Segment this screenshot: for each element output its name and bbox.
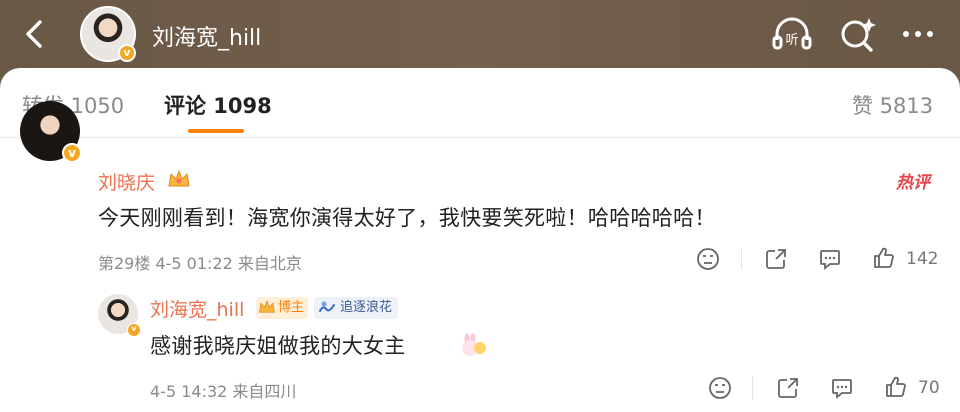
reply-like-count: 70: [918, 378, 940, 398]
like-thumb-icon: [874, 247, 894, 268]
hot-comment-tag: 热评: [896, 173, 930, 193]
tab-comments[interactable]: 评论 1098: [164, 90, 272, 120]
reply-button[interactable]: [818, 247, 842, 271]
action-divider: [752, 377, 753, 399]
share-icon: [766, 249, 786, 269]
comment-text: 今天刚刚看到！海宽你演得太好了，我快要笑死啦！哈哈哈哈哈！: [98, 206, 716, 230]
more-icon: [903, 31, 933, 37]
comment-icon: [820, 250, 840, 270]
crown-icon: [168, 169, 190, 187]
author-badge: 博主: [256, 297, 309, 319]
back-button[interactable]: [18, 16, 50, 52]
wave-icon: [319, 301, 335, 312]
top-bar: v 刘海宽_hill 听: [0, 0, 960, 78]
tab-likes[interactable]: 赞 5813: [852, 90, 933, 120]
reply-author[interactable]: 刘海宽_hill: [150, 295, 244, 322]
reply-avatar[interactable]: v: [98, 294, 141, 337]
search-sparkle-icon: [841, 18, 876, 52]
author-badge-label: 博主: [278, 300, 305, 315]
dislike-face-icon: [697, 248, 719, 270]
comment-meta: 第29楼 4-5 01:22 来自北京: [98, 254, 302, 273]
header-title[interactable]: 刘海宽_hill: [152, 20, 261, 52]
reply-comment-button[interactable]: [830, 376, 854, 400]
active-tab-indicator: [188, 129, 244, 133]
fan-badge[interactable]: 追逐浪花: [314, 297, 399, 319]
crown-icon: [259, 299, 275, 313]
action-divider: [741, 248, 742, 270]
tab-bar: 转发 1050 评论 1098 赞 5813: [0, 68, 960, 138]
back-arrow-icon: [26, 20, 42, 48]
header-avatar[interactable]: v: [80, 6, 136, 62]
svg-text:听: 听: [785, 33, 798, 48]
fan-badge-label: 追逐浪花: [340, 300, 393, 315]
dislike-face-icon: [709, 377, 731, 399]
share-button[interactable]: [764, 247, 788, 271]
like-count: 142: [906, 249, 939, 269]
verified-badge-icon: v: [127, 323, 141, 337]
verified-badge-icon: v: [62, 143, 82, 163]
comments-sheet: 转发 1050 评论 1098 赞 5813: [0, 68, 960, 412]
bunny-emoji-icon: [462, 333, 486, 356]
reply-share-button[interactable]: [776, 376, 800, 400]
comment-author[interactable]: 刘晓庆: [98, 168, 155, 195]
comment-avatar[interactable]: v: [20, 101, 82, 163]
reply-dislike-button[interactable]: [708, 376, 732, 400]
like-button[interactable]: [872, 246, 896, 270]
like-thumb-icon: [886, 376, 906, 397]
comment-icon: [832, 379, 852, 399]
share-icon: [778, 378, 798, 398]
search-button[interactable]: [836, 14, 880, 54]
listen-icon: 听: [772, 17, 812, 50]
more-button[interactable]: [896, 14, 940, 54]
verified-badge-icon: v: [118, 44, 136, 62]
reply-text: 感谢我晓庆姐做我的大女主: [150, 334, 406, 358]
reply-like-button[interactable]: [884, 375, 908, 399]
reply-meta: 4-5 14:32 来自四川: [150, 382, 297, 401]
dislike-button[interactable]: [696, 247, 720, 271]
listen-button[interactable]: 听: [770, 14, 814, 54]
